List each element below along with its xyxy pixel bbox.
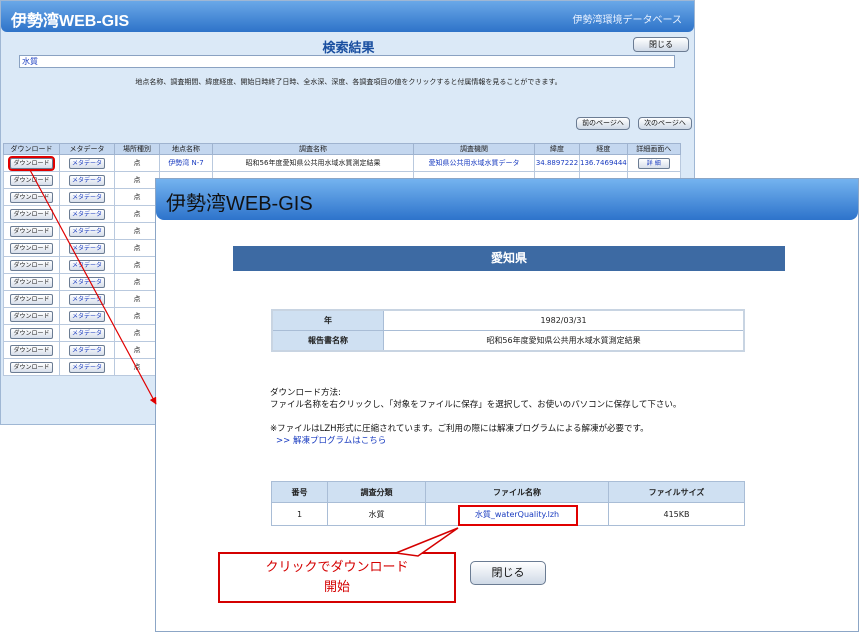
download-button[interactable]: ダウンロード: [10, 293, 53, 305]
annotation-line2: 開始: [323, 580, 350, 595]
table-row: ダウンロード メタデータ 点 伊勢湾 N-7 昭和56年度愛知県公共用水域水質測…: [3, 154, 681, 172]
metadata-button[interactable]: メタデータ: [68, 157, 105, 169]
app-logo: 伊勢湾WEB-GIS: [11, 13, 130, 30]
point-type: 点: [114, 256, 160, 274]
point-type: 点: [114, 324, 160, 342]
point-type: 点: [114, 188, 160, 206]
point-type: 点: [114, 239, 160, 257]
download-button[interactable]: ダウンロード: [10, 259, 53, 271]
point-name-link[interactable]: 伊勢湾 N-7: [159, 154, 213, 172]
lon-link[interactable]: 136.7469444: [579, 154, 628, 172]
survey-name: 昭和56年度愛知県公共用水域水質測定結果: [212, 154, 414, 172]
annotation-callout: クリックでダウンロード 開始: [218, 552, 456, 603]
instruction-text: 地点名称、調査期間、緯度経度、開始日時終了日時、全水深、深度、各調査項目の値をク…: [135, 78, 562, 86]
col-header: ダウンロード: [3, 143, 60, 155]
lat-link[interactable]: 34.8897222: [534, 154, 580, 172]
download-method-title: ダウンロード方法:: [270, 388, 341, 398]
metadata-button[interactable]: メタデータ: [68, 310, 105, 322]
info-row: 年 1982/03/31: [271, 309, 745, 331]
download-button[interactable]: ダウンロード: [10, 310, 53, 322]
col-header: 調査分類: [327, 481, 426, 503]
point-type: 点: [114, 222, 160, 240]
detail-button[interactable]: 詳 細: [637, 157, 670, 169]
file-category: 水質: [327, 502, 426, 526]
metadata-button[interactable]: メタデータ: [68, 327, 105, 339]
download-button[interactable]: ダウンロード: [10, 344, 53, 356]
app-subtitle: 伊勢湾環境データベース: [572, 15, 683, 26]
point-type: 点: [114, 341, 160, 359]
download-button[interactable]: ダウンロード: [10, 191, 53, 203]
metadata-button[interactable]: メタデータ: [68, 208, 105, 220]
metadata-button[interactable]: メタデータ: [68, 259, 105, 271]
col-header: 調査名称: [212, 143, 414, 155]
metadata-button[interactable]: メタデータ: [68, 361, 105, 373]
info-row: 報告書名称 昭和56年度愛知県公共用水域水質測定結果: [271, 330, 745, 352]
page-title: 検索結果: [322, 41, 375, 56]
point-type: 点: [114, 154, 160, 172]
col-header: ファイルサイズ: [608, 481, 745, 503]
col-header: 経度: [579, 143, 628, 155]
point-type: 点: [114, 290, 160, 308]
col-header: 番号: [271, 481, 328, 503]
lzh-note: ※ファイルはLZH形式に圧縮されています。ご利用の際には解凍プログラムによる解凍…: [270, 424, 649, 434]
metadata-button[interactable]: メタデータ: [68, 344, 105, 356]
table-header: ダウンロード メタデータ 場所種別 地点名称 調査名称 調査機関 緯度 経度 詳…: [3, 143, 681, 155]
col-header: ファイル名称: [425, 481, 609, 503]
download-button[interactable]: ダウンロード: [10, 174, 53, 186]
file-no: 1: [271, 502, 328, 526]
info-value: 1982/03/31: [383, 309, 745, 331]
app-logo-front: 伊勢湾WEB-GIS: [166, 193, 313, 215]
search-input[interactable]: 水質: [19, 55, 675, 68]
download-button[interactable]: ダウンロード: [10, 276, 53, 288]
col-header: 調査機関: [413, 143, 535, 155]
col-header: 緯度: [534, 143, 580, 155]
metadata-button[interactable]: メタデータ: [68, 225, 105, 237]
col-header: メタデータ: [59, 143, 115, 155]
info-value: 昭和56年度愛知県公共用水域水質測定結果: [383, 330, 745, 352]
decompress-link[interactable]: >> 解凍プログラムはこちら: [270, 435, 649, 447]
metadata-button[interactable]: メタデータ: [68, 293, 105, 305]
download-button[interactable]: ダウンロード: [10, 225, 53, 237]
metadata-button[interactable]: メタデータ: [68, 276, 105, 288]
file-name-highlight: [458, 505, 578, 526]
file-size: 415KB: [608, 502, 745, 526]
header-bar: 伊勢湾WEB-GIS 伊勢湾環境データベース: [1, 1, 694, 32]
agency-link[interactable]: 愛知県公共用水域水質データ: [413, 154, 535, 172]
info-label: 年: [271, 309, 384, 331]
download-button[interactable]: ダウンロード: [8, 155, 55, 171]
metadata-button[interactable]: メタデータ: [68, 191, 105, 203]
metadata-button[interactable]: メタデータ: [68, 174, 105, 186]
point-type: 点: [114, 205, 160, 223]
annotation-line1: クリックでダウンロード: [265, 560, 409, 575]
download-button[interactable]: ダウンロード: [10, 208, 53, 220]
col-header: 詳細画面へ: [626, 143, 681, 155]
prev-page-button[interactable]: 前のページへ: [576, 117, 630, 130]
next-page-button[interactable]: 次のページへ: [638, 117, 692, 130]
close-button[interactable]: 閉じる: [633, 37, 689, 52]
info-table: 年 1982/03/31 報告書名称 昭和56年度愛知県公共用水域水質測定結果: [271, 309, 745, 352]
col-header: 地点名称: [159, 143, 213, 155]
point-type: 点: [114, 358, 160, 376]
close-button-front[interactable]: 閉じる: [470, 561, 546, 585]
info-label: 報告書名称: [271, 330, 384, 352]
point-type: 点: [114, 273, 160, 291]
download-button[interactable]: ダウンロード: [10, 242, 53, 254]
point-type: 点: [114, 171, 160, 189]
lzh-note-block: ※ファイルはLZH形式に圧縮されています。ご利用の際には解凍プログラムによる解凍…: [270, 423, 649, 447]
download-button[interactable]: ダウンロード: [10, 361, 53, 373]
prefecture-banner: 愛知県: [233, 246, 785, 271]
point-type: 点: [114, 307, 160, 325]
download-method: ダウンロード方法: ファイル名称を右クリックし、「対象をファイルに保存」を選択し…: [270, 387, 681, 411]
metadata-button[interactable]: メタデータ: [68, 242, 105, 254]
download-button[interactable]: ダウンロード: [10, 327, 53, 339]
col-header: 場所種別: [114, 143, 160, 155]
header-bar-front: 伊勢湾WEB-GIS: [156, 179, 858, 220]
download-method-text: ファイル名称を右クリックし、「対象をファイルに保存」を選択して、お使いのパソコン…: [270, 400, 682, 410]
file-table-header: 番号 調査分類 ファイル名称 ファイルサイズ: [271, 481, 745, 503]
